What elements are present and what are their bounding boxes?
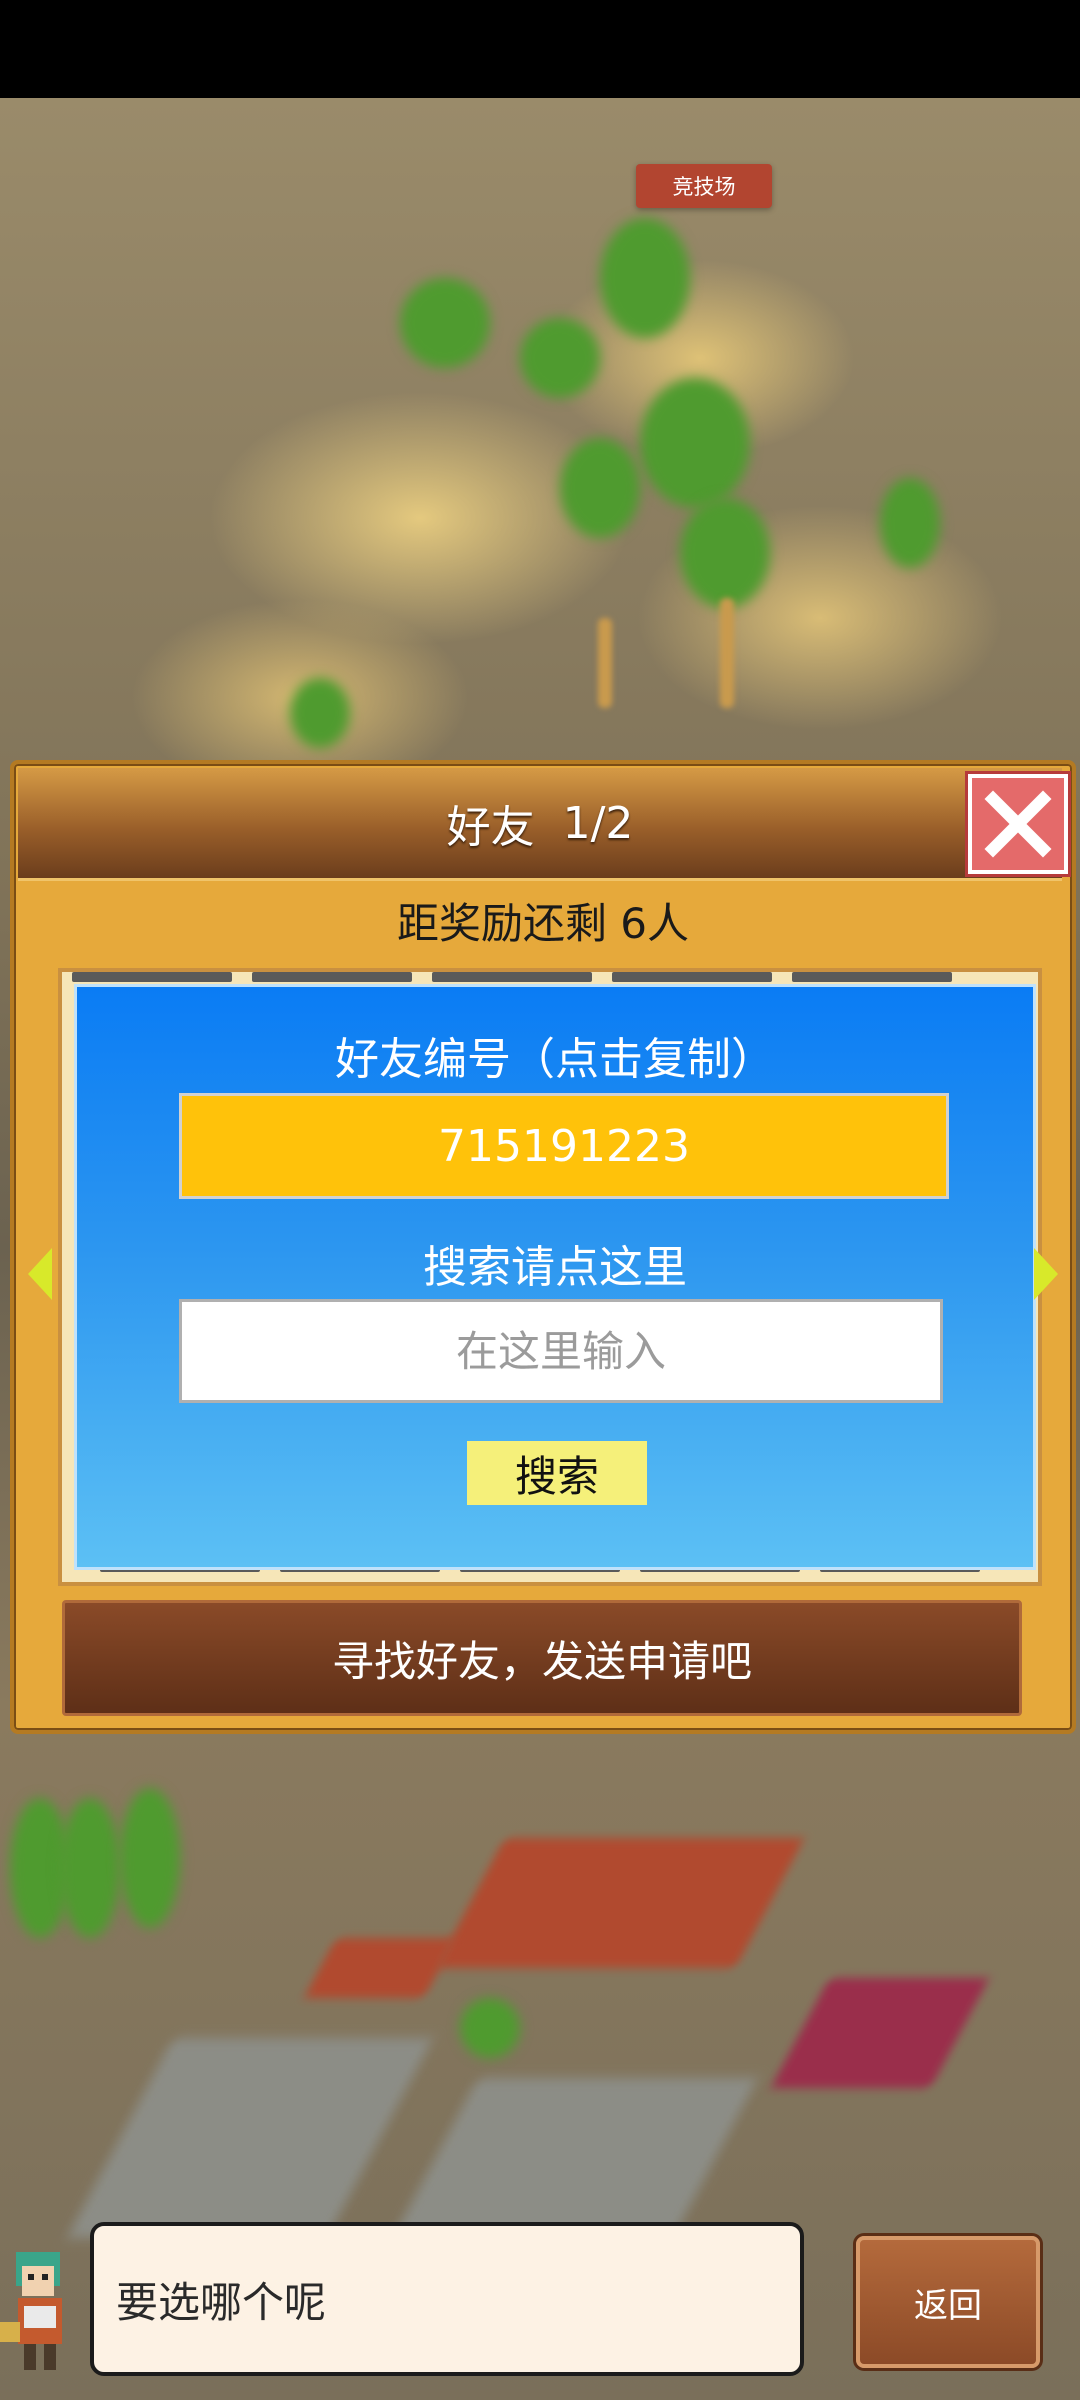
- tree: [560, 438, 640, 538]
- status-bar: [0, 0, 1080, 98]
- back-button[interactable]: 返回: [856, 2236, 1040, 2368]
- reward-progress-text: 距奖励还剩 6人: [396, 899, 690, 948]
- dialog-title: 好友 1/2: [18, 768, 1062, 881]
- tree: [460, 1998, 520, 2058]
- arrow-right-icon[interactable]: [1034, 1248, 1058, 1300]
- search-label: 搜索请点这里: [423, 1242, 687, 1293]
- tree: [640, 378, 750, 508]
- tree: [680, 498, 770, 608]
- tree: [120, 1788, 180, 1928]
- tree: [60, 1798, 120, 1938]
- search-input[interactable]: [179, 1299, 943, 1403]
- tree: [520, 318, 600, 398]
- friends-dialog: 好友 1/2 距奖励还剩 6人 好友编号（点击复制） 715191223 搜索请…: [10, 760, 1076, 1734]
- search-button[interactable]: 搜索: [467, 1441, 647, 1505]
- arrow-left-icon[interactable]: [28, 1248, 52, 1300]
- crop-field: [770, 1978, 990, 2088]
- character-avatar: [0, 2232, 82, 2382]
- crop-field: [304, 1938, 456, 1998]
- friend-code-label: 好友编号（点击复制）: [335, 1034, 775, 1085]
- tree: [880, 478, 940, 568]
- dialogue-box: 要选哪个呢: [90, 2222, 804, 2376]
- friend-code-copy-button[interactable]: 715191223: [179, 1093, 949, 1199]
- arena-sign[interactable]: 竞技场: [636, 164, 772, 208]
- tree: [600, 218, 690, 338]
- tree: [400, 278, 490, 368]
- friend-search-panel: 好友编号（点击复制） 715191223 搜索请点这里 搜索: [74, 984, 1036, 1570]
- page-indicator: 1/2: [562, 797, 634, 849]
- crop-field: [435, 1838, 805, 1968]
- crop-field: [66, 2038, 434, 2238]
- close-button[interactable]: [968, 774, 1068, 874]
- tree: [290, 678, 350, 748]
- find-friends-button[interactable]: 寻找好友，发送申请吧: [62, 1600, 1022, 1716]
- dialog-title-text: 好友: [446, 802, 535, 853]
- dialogue-text: 要选哪个呢: [116, 2277, 327, 2327]
- close-icon: [984, 790, 1052, 858]
